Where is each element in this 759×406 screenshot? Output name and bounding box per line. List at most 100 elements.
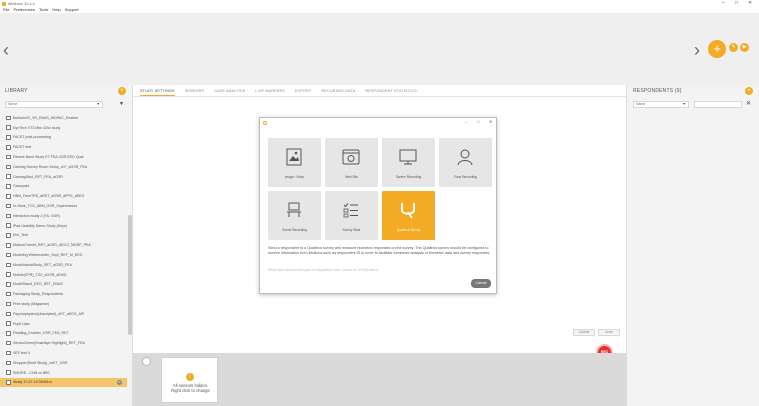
app-logo-icon xyxy=(2,1,6,6)
study-item[interactable]: › Bohlsen02_VR_ENAS_WDPAC_Enabler xyxy=(0,113,127,123)
study-item[interactable]: › GamingStud_RET_FEA_aGSR xyxy=(0,172,127,182)
respondents-sort-value: Name xyxy=(636,102,646,106)
dialog-maximize-button[interactable]: □ xyxy=(477,119,479,124)
study-item[interactable]: › Psychophysics(Unscripted)_eET_aEEG_API xyxy=(0,309,127,319)
sensor-settings-icon[interactable] xyxy=(142,357,151,366)
minimize-button[interactable]: – xyxy=(722,0,725,6)
clear-search-icon[interactable]: ✕ xyxy=(746,100,751,107)
chevron-down-icon: ▼ xyxy=(682,102,686,106)
study-item[interactable]: › ModeltutoriaStudy_RET_aGSR_FEA xyxy=(0,260,127,270)
study-name: ModeltutoriaStudy_RET_aGSR_FEA xyxy=(13,262,72,267)
tab-live-markers[interactable]: LIVE MARKERS xyxy=(255,85,285,96)
study-item[interactable]: › Pupil Labs xyxy=(0,319,127,329)
study-item[interactable]: › SEF test 4 xyxy=(0,348,127,358)
add-respondent-button[interactable]: + xyxy=(745,87,753,95)
study-item[interactable]: › EyeTech VT3 Mini 42hz study xyxy=(0,123,127,133)
study-name: Psychophysics(Unscripted)_eET_aEEG_API xyxy=(13,311,85,316)
sensors-hidden-card[interactable]: ! All sensors hidden. Right click to cha… xyxy=(161,357,218,403)
learn-more-link[interactable]: Read more about these types of integrati… xyxy=(268,268,491,272)
study-name: MarkusTrainer_RET_aGSR_AECG_MNSP_PEA xyxy=(13,243,91,248)
library-panel: LIBRARY + Name ▼ ▼ › Bohlsen02_VR_ENAS_WD… xyxy=(0,85,133,406)
study-icon xyxy=(6,331,11,336)
study-item[interactable]: › Packaging Study_Respondents xyxy=(0,289,127,299)
tab-study-settings[interactable]: STUDY SETTINGS xyxy=(140,85,175,96)
card-label: Web Site xyxy=(345,175,358,179)
card-label: Image / Video xyxy=(284,175,305,179)
study-item[interactable]: › Reading_Enabler_GSR_FEA_RET xyxy=(0,329,127,339)
maximize-button[interactable]: □ xyxy=(735,0,738,6)
next-arrow-icon[interactable]: › xyxy=(694,41,700,59)
tab-gaze-analysis[interactable]: GAZE ANALYSIS xyxy=(214,85,245,96)
study-item[interactable]: › Shopper(Shelf Study)_ceET_GSR xyxy=(0,358,127,368)
card-image-video[interactable]: Image / Video xyxy=(268,138,321,187)
study-icon xyxy=(6,125,11,130)
study-item[interactable]: › FACET test xyxy=(0,142,127,152)
study-item[interactable]: › Gaming Survey Room Setup_v07_aGSR_FEA xyxy=(0,162,127,172)
play-button[interactable]: ▶ xyxy=(740,43,749,52)
study-icon xyxy=(6,291,11,297)
tab-sensors[interactable]: SENSORS xyxy=(185,85,204,96)
tab-respondent-statistics[interactable]: RESPONDENT STATISTICS xyxy=(365,85,417,96)
previous-arrow-icon[interactable]: ‹ xyxy=(3,41,9,59)
study-item[interactable]: › MarkusTrainer_RET_aGSR_AECG_MNSP_PEA xyxy=(0,240,127,250)
study-icon xyxy=(6,370,11,375)
library-sort-select[interactable]: Name ▼ xyxy=(5,101,103,108)
study-item[interactable]: › Fitness Band Study ET FEA GSR EEG Qual xyxy=(0,152,127,162)
dialog-minimize-button[interactable]: – xyxy=(465,119,467,124)
study-item[interactable]: › ModelStand_EEG_RET_ENAS xyxy=(0,280,127,290)
dialog-logo-icon xyxy=(263,121,267,125)
card-qualtrics-survey[interactable]: Qualtrics Survey xyxy=(382,191,435,240)
cancel-button[interactable]: Cancel xyxy=(471,279,491,288)
study-list: › Bohlsen02_VR_ENAS_WDPAC_Enabler › EyeTec… xyxy=(0,113,127,388)
study-item[interactable]: › Print study (Magazine) xyxy=(0,299,127,309)
tab-recorded-data[interactable]: RECORDED DATA xyxy=(321,85,355,96)
study-name: Print study (Magazine) xyxy=(13,302,49,307)
collapse-toggle-icon[interactable]: ▼ xyxy=(119,101,124,107)
study-icon xyxy=(6,350,11,356)
study-name: Interaction study 2 (FA, GSR) xyxy=(13,213,60,218)
respondents-sort-select[interactable]: Name ▼ xyxy=(633,101,689,108)
respondent-search-input[interactable] xyxy=(694,101,742,108)
study-item-active[interactable]: › Study 17-07-19 09h51m 0 xyxy=(0,377,127,388)
study-name: Reading_Enabler_GSR_FEA_RET xyxy=(13,331,69,336)
study-icon xyxy=(6,233,11,238)
card-survey-slide[interactable]: Survey Slide xyxy=(325,191,378,240)
close-window-button[interactable]: ✕ xyxy=(748,0,752,6)
qualtrics-icon xyxy=(401,203,415,219)
study-name: Gazepoint xyxy=(13,184,30,189)
study-item[interactable]: › Mobile(CPR)_TG2_aGSR_aEMG xyxy=(0,270,127,280)
dialog-close-button[interactable]: ✕ xyxy=(489,119,492,124)
add-stimulus-button[interactable]: + xyxy=(708,40,726,58)
study-item[interactable]: › Kim_Test xyxy=(0,231,127,241)
study-name: EyeTech VT3 Mini 42hz study xyxy=(13,125,61,130)
undo-button[interactable]: Undo xyxy=(598,329,620,336)
study-item[interactable]: › SMORE - CNN vs BBC xyxy=(0,368,127,378)
edit-stimulus-button[interactable]: ✎ xyxy=(729,43,738,52)
card-face-recording[interactable]: Face Recording xyxy=(439,138,492,187)
card-scene-recording[interactable]: Scene Recording xyxy=(268,191,321,240)
study-name: Shopper(Shelf Study)_ceET_GSR xyxy=(13,360,68,365)
window-title: iMotions 10.x.x xyxy=(8,1,35,6)
study-name: Fitness Band Study ET FEA GSR EEG Qual xyxy=(13,155,84,160)
study-item[interactable]: › In-Store_TG2_ABM_GSR_Supermarket xyxy=(0,201,127,211)
card-web-site[interactable]: Web Site xyxy=(325,138,378,187)
study-item[interactable]: › Modeling Webrecorder_Sept_RET_M_EEG xyxy=(0,250,127,260)
study-name: SEF test 4 xyxy=(13,351,30,356)
study-item[interactable]: › FACET post-processing xyxy=(0,133,127,143)
study-item[interactable]: › iPad Usability Demo Study (Keys) xyxy=(0,221,127,231)
study-item[interactable]: › Interaction study 2 (FA, GSR) xyxy=(0,211,127,221)
library-scrollbar[interactable] xyxy=(128,215,132,335)
web-site-icon xyxy=(342,149,360,165)
study-name: Kim_Test xyxy=(13,233,28,238)
study-icon xyxy=(6,340,11,346)
study-item[interactable]: › SensorDemo(Smartbye Highlight)_RET_FEA xyxy=(0,338,127,348)
study-name: Gaming Survey Room Setup_v07_aGSR_FEA xyxy=(13,164,88,169)
card-screen-recording[interactable]: Screen Recording xyxy=(382,138,435,187)
add-study-button[interactable]: + xyxy=(118,87,126,95)
study-name: FACET test xyxy=(13,145,32,150)
tab-export[interactable]: EXPORT xyxy=(295,85,311,96)
update-button[interactable]: Update xyxy=(573,329,595,336)
stimulus-strip: ‹ › + ✎ ▶ xyxy=(0,13,759,85)
study-item[interactable]: › HBM_FaceTRS_aRET_aGSR_aPPG_aEEG xyxy=(0,191,127,201)
study-item[interactable]: › Gazepoint xyxy=(0,182,127,192)
